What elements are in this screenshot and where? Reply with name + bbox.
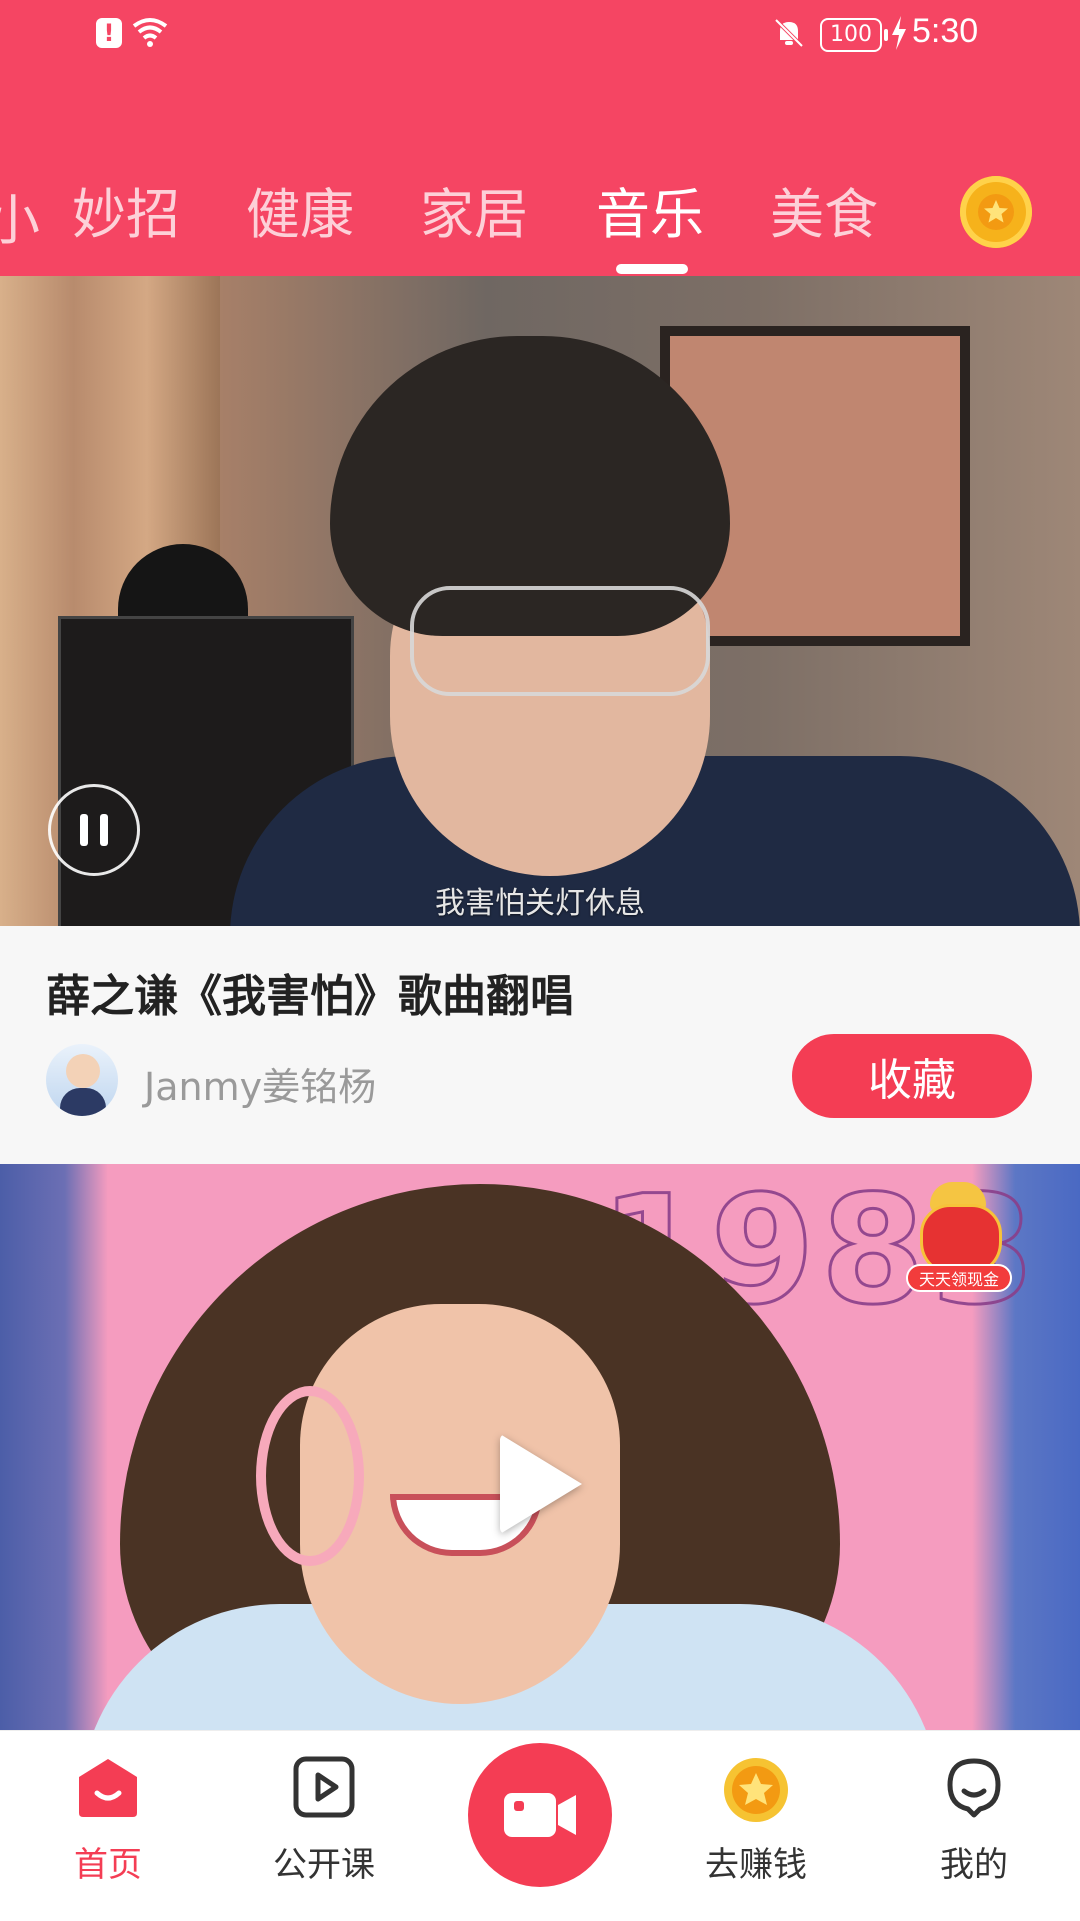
profile-icon bbox=[947, 1758, 1001, 1818]
tab-health[interactable]: 健康 bbox=[246, 170, 354, 249]
wifi-icon bbox=[132, 18, 168, 47]
reward-label: 天天领现金 bbox=[906, 1264, 1012, 1292]
nav-home-label: 首页 bbox=[74, 1845, 142, 1885]
charging-bolt-icon bbox=[892, 16, 906, 50]
author-name[interactable]: Janmy姜铭杨 bbox=[144, 1056, 376, 1111]
mute-bell-icon bbox=[774, 18, 804, 48]
video-person-glasses bbox=[410, 586, 710, 696]
pause-icon bbox=[80, 814, 88, 846]
nav-home[interactable]: 首页 bbox=[28, 1731, 188, 1921]
camera-icon bbox=[504, 1793, 576, 1837]
star-icon bbox=[978, 194, 1014, 230]
video-title[interactable]: 薛之谦《我害怕》歌曲翻唱 bbox=[46, 960, 574, 1024]
pause-button[interactable] bbox=[48, 784, 140, 876]
header-bar: ! 100 5:30 小 妙招 健康 家居 音乐 美食 bbox=[0, 0, 1080, 276]
video-earring bbox=[256, 1386, 364, 1566]
play-square-icon bbox=[293, 1756, 355, 1818]
nav-open-course[interactable]: 公开课 bbox=[244, 1731, 404, 1921]
video-subtitle: 我害怕关灯休息 bbox=[435, 886, 645, 921]
avatar-head bbox=[66, 1054, 100, 1088]
cash-reward-widget[interactable]: 天天领现金 bbox=[906, 1174, 1012, 1294]
video-info-card: 薛之谦《我害怕》歌曲翻唱 Janmy姜铭杨 收藏 bbox=[0, 926, 1080, 1164]
home-icon bbox=[79, 1759, 137, 1817]
coin-star-icon[interactable] bbox=[960, 176, 1032, 248]
tab-music[interactable]: 音乐 bbox=[596, 170, 704, 249]
battery-indicator: 100 bbox=[820, 18, 888, 52]
author-avatar[interactable] bbox=[46, 1044, 118, 1116]
tab-tips[interactable]: 妙招 bbox=[72, 170, 180, 249]
nav-earn-money-label: 去赚钱 bbox=[705, 1845, 807, 1885]
pause-icon bbox=[100, 814, 108, 846]
tab-food[interactable]: 美食 bbox=[770, 170, 878, 249]
nav-earn-money[interactable]: 去赚钱 bbox=[676, 1731, 836, 1921]
status-time: 5:30 bbox=[912, 12, 979, 50]
bottom-navigation: 首页 公开课 去赚钱 我的 bbox=[0, 1730, 1080, 1921]
status-bar: ! 100 5:30 bbox=[0, 0, 1080, 70]
tab-home[interactable]: 家居 bbox=[420, 170, 528, 249]
nav-profile[interactable]: 我的 bbox=[894, 1731, 1054, 1921]
video-player-1[interactable]: 我害怕关灯休息 bbox=[0, 276, 1080, 926]
alert-icon: ! bbox=[96, 18, 122, 48]
record-video-button[interactable] bbox=[468, 1743, 612, 1887]
nav-open-course-label: 公开课 bbox=[273, 1845, 375, 1885]
nav-profile-label: 我的 bbox=[940, 1845, 1008, 1885]
category-tabs: 妙招 健康 家居 音乐 美食 bbox=[0, 170, 1080, 260]
video-player-2[interactable]: 1983 天天领现金 bbox=[0, 1164, 1080, 1730]
tab-active-indicator bbox=[616, 264, 688, 274]
avatar-body bbox=[60, 1088, 106, 1116]
favorite-button[interactable]: 收藏 bbox=[792, 1034, 1032, 1118]
play-icon[interactable] bbox=[500, 1434, 582, 1534]
coin-icon bbox=[724, 1758, 788, 1822]
